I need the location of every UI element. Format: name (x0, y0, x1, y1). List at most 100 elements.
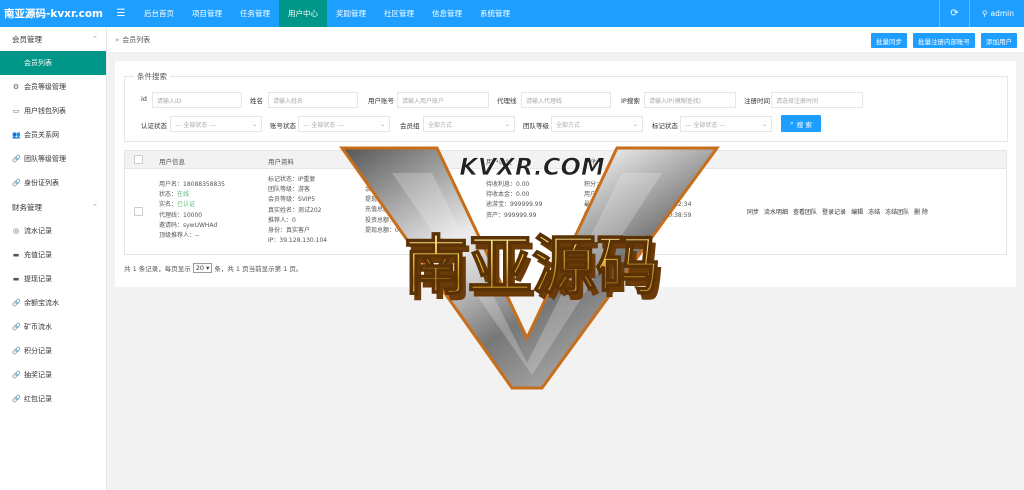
tag-select[interactable]: --- 全部状态 --- ⌄ (680, 116, 772, 132)
account-input[interactable]: 请输入用户账户 (397, 92, 489, 108)
chevron-down-icon: ⌄ (632, 120, 638, 128)
agent-input[interactable]: 请输入代理线 (521, 92, 611, 108)
link-icon: 🔗 (12, 371, 21, 379)
users-icon: 👥 (12, 131, 21, 139)
accstatus-select[interactable]: --- 全部状态 --- ⌄ (298, 116, 390, 132)
search-button[interactable]: ⌕ 搜 索 (781, 115, 821, 132)
sidebar-item-wallet[interactable]: ▭ 用户钱包列表 (0, 99, 106, 123)
col-user-balance: 用户余额(余额宝余额) (365, 158, 429, 166)
nav-community[interactable]: 社区管理 (375, 0, 423, 27)
sidebar-item-label: 会员等级管理 (24, 83, 66, 91)
sidebar-item-team-level[interactable]: 🔗 团队等级管理 (0, 147, 106, 171)
regtime-label: 注册时间 (744, 97, 770, 105)
link-icon: 🔗 (12, 347, 21, 355)
sidebar: 会员管理 ⌃ 会员列表 ⚙ 会员等级管理 ▭ 用户钱包列表 👥 会员关系网 🔗 … (0, 27, 107, 490)
sidebar-item-member-list[interactable]: 会员列表 (0, 51, 106, 75)
chevron-down-icon: ▾ (206, 264, 210, 272)
team-select[interactable]: 全部方式 ⌄ (551, 116, 643, 132)
op-freeze-team[interactable]: 冻结团队 (885, 207, 909, 216)
profile-identity: 身份：真实客户 (268, 227, 311, 235)
nav-tasks[interactable]: 任务管理 (231, 0, 279, 27)
sidebar-group-members[interactable]: 会员管理 ⌃ (0, 27, 106, 51)
sidebar-item-label: 抽奖记录 (24, 371, 52, 379)
brand-logo[interactable]: 南亚源码-kvxr.com (0, 0, 107, 27)
batch-register-button[interactable]: 批量注册内部账号 (913, 33, 975, 48)
op-edit[interactable]: 编辑 (851, 207, 863, 216)
page-size-select[interactable]: 20 ▾ (192, 263, 213, 273)
id-input[interactable]: 请输入ID (152, 92, 242, 108)
add-user-button[interactable]: 添加用户 (981, 33, 1017, 48)
nav-info[interactable]: 信息管理 (423, 0, 471, 27)
col-user-profile: 用户资料 (268, 158, 294, 166)
op-login-log[interactable]: 登录记录 (822, 207, 846, 216)
op-flow-detail[interactable]: 流水明细 (764, 207, 788, 216)
earn-principal: 待收本金：0.00 (486, 191, 530, 199)
user-icon: ⚲ (982, 9, 988, 18)
sidebar-item-lottery[interactable]: 🔗 抽奖记录 (0, 363, 106, 387)
accstatus-select-value: --- 全部状态 --- (303, 121, 344, 129)
op-sync[interactable]: 同步 (747, 207, 759, 216)
sidebar-item-member-level[interactable]: ⚙ 会员等级管理 (0, 75, 106, 99)
sidebar-item-redpacket[interactable]: 🔗 红包记录 (0, 387, 106, 411)
col-other: 其他 (584, 158, 597, 166)
ip-input[interactable]: 请输入IP(模糊查找) (644, 92, 736, 108)
chevron-down-icon: ⌄ (251, 120, 257, 128)
menu-toggle-icon[interactable]: ☰ (107, 8, 135, 19)
regtime-input[interactable]: 请选择注册时间 (771, 92, 863, 108)
main-card: 条件搜索 id 请输入ID 姓名 请输入姓名 用户账号 请输入用户账户 代理线 … (115, 61, 1016, 287)
sidebar-item-label: 身份证列表 (24, 179, 59, 187)
accstatus-label: 账号状态 (270, 122, 296, 130)
group-select[interactable]: 全部方式 ⌄ (423, 116, 515, 132)
sidebar-item-label: 矿币流水 (24, 323, 52, 331)
table-row: 用户名：18088358835 状态：在线 实名：已认证 代理线：10000 邀… (124, 169, 1007, 255)
op-delete[interactable]: 删 除 (914, 207, 928, 216)
sidebar-group-finance[interactable]: 财务管理 ⌃ (0, 195, 106, 219)
sidebar-item-label: 积分记录 (24, 347, 52, 355)
select-all-checkbox[interactable] (134, 155, 143, 164)
profile-referrer: 推荐人：0 (268, 216, 296, 224)
sidebar-item-label: 余额宝流水 (24, 299, 59, 307)
nav-home[interactable]: 后台首页 (135, 0, 183, 27)
wallet-icon: ▭ (12, 107, 20, 115)
page-size-value: 20 (195, 264, 205, 272)
row-checkbox[interactable] (134, 207, 143, 216)
balance-withdraw-total: 提现总额：0.00 (365, 226, 409, 234)
user-menu[interactable]: ⚲ admin (969, 0, 1024, 27)
sidebar-item-withdraw[interactable]: ▬ 提现记录 (0, 267, 106, 291)
sidebar-item-coin[interactable]: 🔗 矿币流水 (0, 315, 106, 339)
sidebar-item-idcard[interactable]: 🔗 身份证列表 (0, 171, 106, 195)
batch-sync-button[interactable]: 批量同步 (871, 33, 907, 48)
sidebar-item-label: 流水记录 (24, 227, 52, 235)
link-icon: 🔗 (12, 299, 21, 307)
col-user-earnings: 用户收益 (486, 158, 512, 166)
info-realname-label: 实名： (159, 201, 178, 209)
nav-user-center[interactable]: 用户中心 (279, 0, 327, 27)
sidebar-item-relation[interactable]: 👥 会员关系网 (0, 123, 106, 147)
info-top-referrer: 顶级推荐人：-- (159, 232, 200, 240)
balance-withdraw: 提现金额：0.00 (365, 196, 409, 204)
profile-level: 会员等级：SVIP5 (268, 196, 316, 204)
balance-main: 余额：999999.99 (365, 186, 416, 193)
sidebar-item-label: 团队等级管理 (24, 155, 66, 163)
refresh-icon[interactable]: ⟳ (939, 0, 969, 27)
top-bar: 南亚源码-kvxr.com ☰ 后台首页 项目管理 任务管理 用户中心 奖励管理… (0, 0, 1024, 27)
auth-select[interactable]: --- 全部状态 --- ⌄ (170, 116, 262, 132)
sidebar-item-recharge[interactable]: ▬ 充值记录 (0, 243, 106, 267)
op-freeze[interactable]: 冻结 (868, 207, 880, 216)
tag-select-value: --- 全部状态 --- (685, 121, 726, 129)
nav-projects[interactable]: 项目管理 (183, 0, 231, 27)
sidebar-item-points[interactable]: 🔗 积分记录 (0, 339, 106, 363)
name-input[interactable]: 请输入姓名 (268, 92, 358, 108)
sidebar-item-label: 用户钱包列表 (24, 107, 66, 115)
sidebar-item-yuebao[interactable]: 🔗 余额宝流水 (0, 291, 106, 315)
nav-system[interactable]: 系统管理 (471, 0, 519, 27)
breadcrumb-current: 会员列表 (122, 35, 151, 44)
chevron-down-icon: ⌄ (504, 120, 510, 128)
gear-icon: ⚙ (12, 83, 20, 91)
other-points: 积分：1000000 (584, 181, 629, 188)
sidebar-item-flow[interactable]: ◎ 流水记录 (0, 219, 106, 243)
action-buttons: 批量同步 批量注册内部账号 添加用户 (871, 33, 1017, 48)
filter-panel: 条件搜索 id 请输入ID 姓名 请输入姓名 用户账号 请输入用户账户 代理线 … (124, 71, 1008, 142)
op-view-team[interactable]: 查看团队 (793, 207, 817, 216)
nav-rewards[interactable]: 奖励管理 (327, 0, 375, 27)
